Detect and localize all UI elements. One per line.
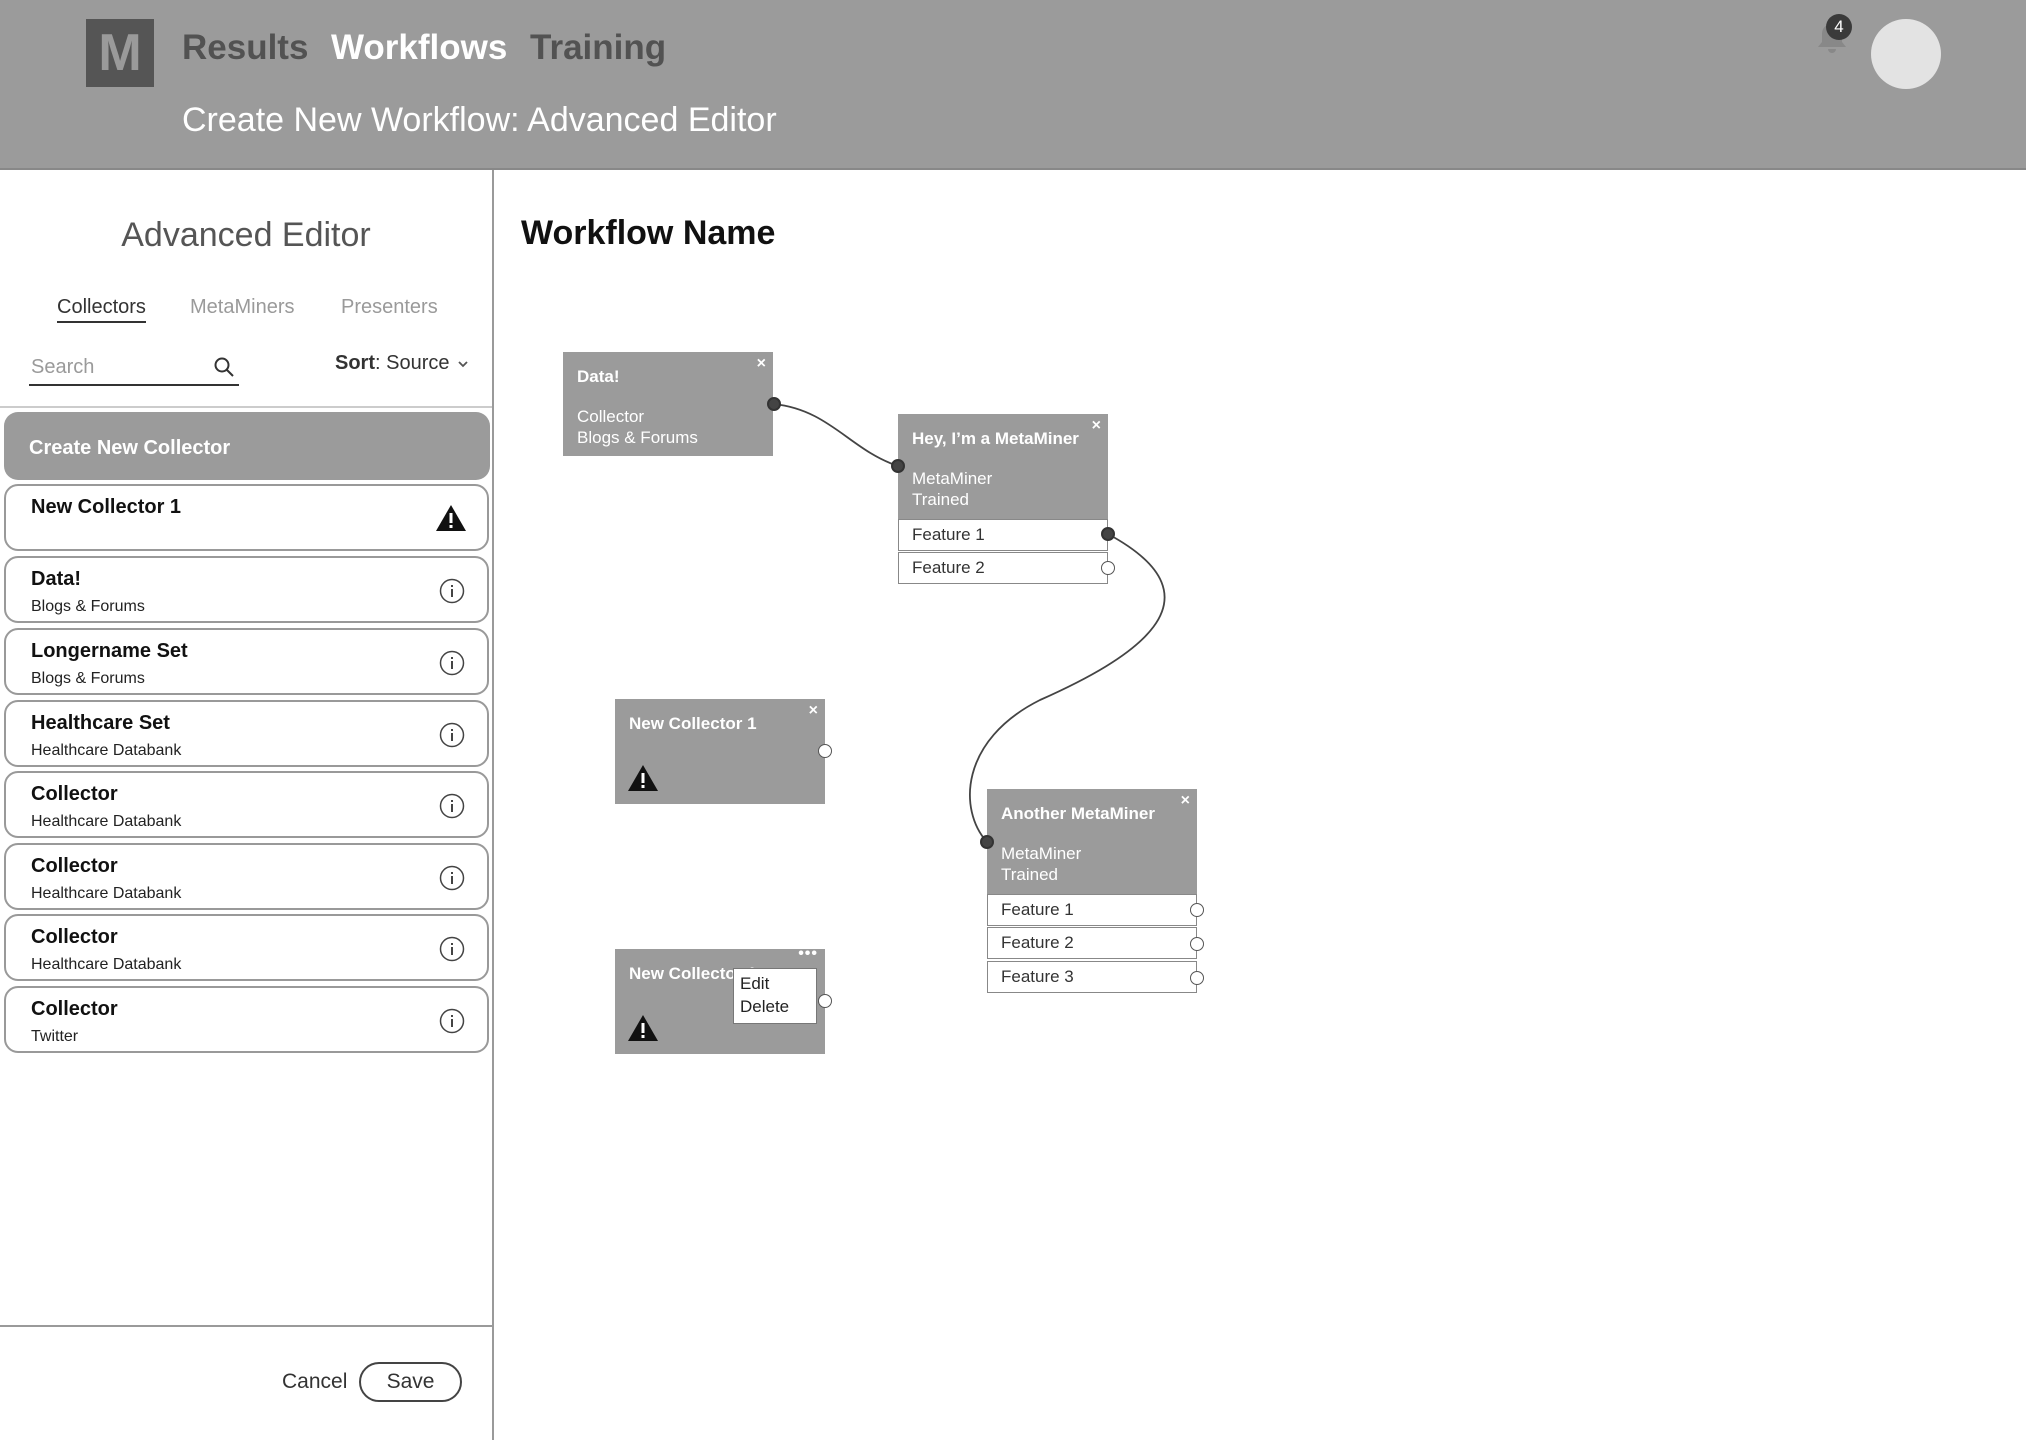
tab-presenters[interactable]: Presenters [341,296,438,319]
item-title: Collector [31,783,118,805]
divider [0,406,492,408]
notification-badge: 4 [1826,14,1852,40]
feature-row[interactable]: Feature 1 [898,519,1108,551]
search-icon[interactable] [213,356,235,378]
item-subtitle: Twitter [31,1028,79,1045]
feature-row[interactable]: Feature 1 [987,894,1197,926]
node-metaminer[interactable]: Hey, I’m a MetaMiner × MetaMiner Trained [898,414,1108,519]
context-menu: Edit Delete [733,968,817,1024]
input-port[interactable] [980,835,994,849]
feature-row[interactable]: Feature 3 [987,961,1197,993]
info-icon[interactable] [439,722,465,748]
info-icon[interactable] [439,936,465,962]
node-title: Data! [577,367,620,386]
item-subtitle: Blogs & Forums [31,670,145,687]
sort-value: Source [386,352,450,374]
output-port[interactable] [1101,561,1115,575]
info-icon[interactable] [439,578,465,604]
node-title: New Collector 1 [629,714,757,733]
item-title: New Collector 1 [31,496,182,518]
create-new-collector-button[interactable]: Create New Collector [4,412,490,480]
workflow-name[interactable]: Workflow Name [521,214,775,253]
search-placeholder: Search [31,356,95,378]
sidebar-title: Advanced Editor [121,216,371,254]
item-title: Collector [31,998,118,1020]
user-avatar[interactable] [1871,19,1941,89]
node-status: Trained [912,490,970,509]
output-port[interactable] [1190,937,1204,951]
info-icon[interactable] [439,1008,465,1034]
feature-row[interactable]: Feature 2 [987,927,1197,959]
node-data-collector[interactable]: Data! × Collector Blogs & Forums [563,352,773,456]
output-port[interactable] [1190,971,1204,985]
output-port[interactable] [1190,903,1204,917]
node-title: Another MetaMiner [1001,804,1155,823]
list-item[interactable]: Collector Healthcare Databank [4,914,489,981]
sort-dropdown[interactable]: Sort: Source [335,352,469,375]
list-item[interactable]: Healthcare Set Healthcare Databank [4,700,489,767]
list-item[interactable]: Collector Twitter [4,986,489,1053]
close-icon[interactable]: × [809,702,818,720]
app-header: M Results Workflows Training Create New … [0,0,2026,170]
cancel-button[interactable]: Cancel [282,1370,347,1394]
item-title: Longername Set [31,640,188,662]
save-button[interactable]: Save [359,1362,462,1402]
close-icon[interactable]: × [757,355,766,373]
nav-results[interactable]: Results [182,28,308,68]
item-subtitle: Healthcare Databank [31,742,182,759]
input-port[interactable] [891,459,905,473]
list-item[interactable]: Collector Healthcare Databank [4,771,489,838]
output-port[interactable] [1101,527,1115,541]
editor-sidebar: Advanced Editor Collectors MetaMiners Pr… [0,170,494,1440]
feature-row[interactable]: Feature 2 [898,552,1108,584]
item-title: Collector [31,855,118,877]
list-item[interactable]: New Collector 1 [4,484,489,551]
list-item[interactable]: Longername Set Blogs & Forums [4,628,489,695]
output-port[interactable] [818,744,832,758]
output-port[interactable] [767,397,781,411]
warning-icon [628,765,658,791]
item-subtitle: Healthcare Databank [31,956,182,973]
menu-item-edit[interactable]: Edit [740,974,769,994]
divider [0,1325,492,1327]
search-input[interactable]: Search [29,352,239,386]
warning-icon [628,1015,658,1041]
chevron-down-icon [458,361,468,368]
wire-data-to-metaminer [773,403,899,467]
output-port[interactable] [818,994,832,1008]
close-icon[interactable]: × [1181,792,1190,810]
app-logo[interactable]: M [86,19,154,87]
item-subtitle: Healthcare Databank [31,885,182,902]
close-icon[interactable]: × [1092,417,1101,435]
node-title: Hey, I’m a MetaMiner [912,429,1079,448]
page-subtitle: Create New Workflow: Advanced Editor [182,101,777,139]
tab-collectors[interactable]: Collectors [57,296,146,323]
info-icon[interactable] [439,650,465,676]
tab-metaminers[interactable]: MetaMiners [190,296,294,319]
info-icon[interactable] [439,793,465,819]
info-icon[interactable] [439,865,465,891]
item-title: Healthcare Set [31,712,170,734]
sort-label: Sort [335,352,375,374]
node-type: MetaMiner [912,469,993,488]
menu-item-delete[interactable]: Delete [740,997,789,1017]
node-another-metaminer[interactable]: Another MetaMiner × MetaMiner Trained [987,789,1197,894]
list-item[interactable]: Collector Healthcare Databank [4,843,489,910]
node-new-collector[interactable]: New Collector 1 × [615,699,825,804]
nav-workflows[interactable]: Workflows [331,28,507,68]
more-options-icon[interactable]: ••• [798,945,818,963]
item-subtitle: Healthcare Databank [31,813,182,830]
nav-training[interactable]: Training [530,28,666,68]
item-subtitle: Blogs & Forums [31,598,145,615]
warning-icon [436,505,466,531]
item-title: Collector [31,926,118,948]
node-type: MetaMiner [1001,844,1082,863]
node-source: Blogs & Forums [577,428,698,447]
node-status: Trained [1001,865,1059,884]
list-item[interactable]: Data! Blogs & Forums [4,556,489,623]
item-title: Data! [31,568,82,590]
node-type: Collector [577,407,645,426]
